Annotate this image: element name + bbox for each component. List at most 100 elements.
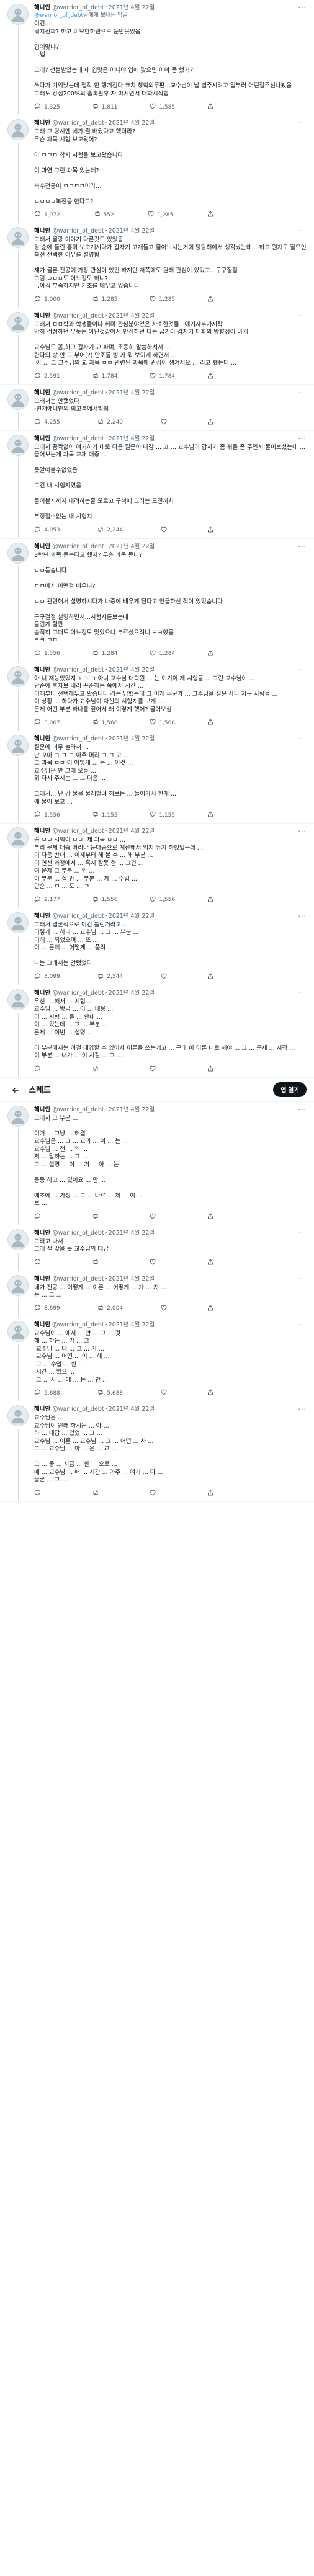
retweet-button[interactable]: 1,784 (92, 372, 117, 381)
author-handle[interactable]: @warrior_of_debt (52, 1321, 104, 1329)
author-name[interactable]: 헤니안 (34, 119, 50, 127)
tweet-date[interactable]: 2021년 4월 22일 (109, 1321, 155, 1329)
like-button[interactable]: 1,285 (147, 210, 173, 220)
reply-button[interactable]: 3,067 (34, 718, 60, 727)
share-button[interactable] (207, 1065, 214, 1074)
tweet-date[interactable]: 2021년 4월 22일 (109, 227, 155, 235)
tweet[interactable]: 헤니안 @warrior_of_debt · 2021년 4월 22일 ··· 아 니 재… (0, 662, 314, 731)
reply-button[interactable]: 8,699 (34, 1304, 60, 1313)
author-name[interactable]: 헤니안 (34, 435, 50, 443)
reply-button[interactable]: 4,255 (34, 418, 60, 427)
retweet-button[interactable]: 2,544 (97, 972, 123, 982)
avatar[interactable] (7, 735, 29, 756)
author-name[interactable]: 헤니안 (34, 912, 50, 920)
tweet-date[interactable]: 2021년 4월 22일 (109, 912, 155, 920)
avatar[interactable] (7, 388, 29, 410)
tweet[interactable]: 헤니안 @warrior_of_debt · 2021년 4월 22일 ··· 교수님은 … (0, 1401, 314, 1502)
author-name[interactable]: 헤니안 (34, 1275, 50, 1283)
reply-button[interactable]: 4,053 (34, 526, 60, 535)
back-arrow-icon[interactable] (11, 1085, 20, 1094)
retweet-button[interactable]: 2,004 (97, 1304, 123, 1313)
author-handle[interactable]: @warrior_of_debt (52, 4, 104, 12)
share-button[interactable] (207, 1258, 214, 1268)
tweet[interactable]: 헤니안 @warrior_of_debt · 2021년 4월 22일 ··· 그러고 나… (0, 1225, 314, 1271)
avatar[interactable] (7, 119, 29, 140)
more-icon[interactable]: ··· (295, 735, 307, 743)
more-icon[interactable]: ··· (295, 827, 307, 835)
share-button[interactable] (207, 1489, 214, 1498)
reply-button[interactable]: 2,177 (34, 895, 60, 905)
more-icon[interactable]: ··· (295, 989, 307, 997)
like-button[interactable]: 1,155 (149, 811, 175, 820)
author-name[interactable]: 헤니안 (34, 666, 50, 674)
share-button[interactable] (207, 895, 214, 905)
like-button[interactable]: 1,585 (149, 102, 175, 112)
share-button[interactable] (207, 1304, 214, 1313)
tweet-date[interactable]: 2021년 4월 22일 (109, 827, 155, 835)
avatar[interactable] (7, 988, 29, 1010)
author-handle[interactable]: @warrior_of_debt (52, 666, 104, 674)
retweet-button[interactable] (92, 1065, 102, 1074)
share-button[interactable] (207, 1388, 214, 1398)
avatar[interactable] (7, 1228, 29, 1250)
more-icon[interactable]: ··· (295, 1405, 307, 1413)
reply-button[interactable] (34, 1258, 44, 1268)
retweet-button[interactable]: 2,240 (97, 418, 123, 427)
reply-button[interactable]: 2,591 (34, 372, 60, 381)
author-handle[interactable]: @warrior_of_debt (52, 827, 104, 835)
author-name[interactable]: 헤니안 (34, 1321, 50, 1329)
more-icon[interactable]: ··· (295, 119, 307, 127)
retweet-button[interactable]: 1,155 (92, 811, 117, 820)
author-handle[interactable]: @warrior_of_debt (52, 389, 104, 397)
like-button[interactable] (149, 1212, 159, 1222)
reply-button[interactable]: 1,000 (34, 295, 60, 304)
author-name[interactable]: 헤니안 (34, 543, 50, 551)
author-name[interactable]: 헤니안 (34, 989, 50, 997)
tweet-date[interactable]: 2021년 4월 22일 (109, 119, 155, 127)
reply-button[interactable]: 5,688 (34, 1388, 60, 1398)
tweet[interactable]: 헤니안 @warrior_of_debt · 2021년 4월 22일 ··· 교수님이 … (0, 1317, 314, 1401)
retweet-button[interactable] (92, 1258, 102, 1268)
author-handle[interactable]: @warrior_of_debt (52, 1106, 104, 1114)
like-button[interactable] (160, 418, 170, 427)
share-button[interactable] (207, 972, 214, 982)
tweet[interactable]: 헤니안 @warrior_of_debt · 2021년 4월 22일 ··· 그래서 꼼… (0, 431, 314, 539)
tweet[interactable]: 헤니안 @warrior_of_debt · 2021년 4월 22일 ··· 그래서 ㅁ… (0, 308, 314, 385)
reply-button[interactable]: 1,972 (34, 210, 60, 220)
like-button[interactable]: 1,285 (149, 295, 175, 304)
avatar[interactable] (7, 827, 29, 848)
author-name[interactable]: 헤니안 (34, 4, 50, 12)
avatar[interactable] (7, 542, 29, 564)
avatar[interactable] (7, 1105, 29, 1127)
tweet[interactable]: 헤니안 @warrior_of_debt · 2021년 4월 22일 ··· @warr… (0, 0, 314, 115)
share-button[interactable] (207, 372, 214, 381)
more-icon[interactable]: ··· (295, 1321, 307, 1329)
reply-button[interactable]: 1,325 (34, 102, 60, 112)
more-icon[interactable]: ··· (295, 4, 307, 12)
more-icon[interactable]: ··· (295, 1275, 307, 1283)
like-button[interactable] (160, 972, 170, 982)
like-button[interactable] (149, 1489, 159, 1498)
tweet[interactable]: 헤니안 @warrior_of_debt · 2021년 4월 22일 ··· 그래서 결… (0, 908, 314, 985)
retweet-button[interactable] (92, 1212, 102, 1222)
author-handle[interactable]: @warrior_of_debt (52, 119, 104, 127)
author-handle[interactable]: @warrior_of_debt (52, 1229, 104, 1237)
retweet-button[interactable]: 1,811 (92, 102, 117, 112)
author-name[interactable]: 헤니안 (34, 389, 50, 397)
share-button[interactable] (207, 811, 214, 820)
more-icon[interactable]: ··· (295, 912, 307, 920)
like-button[interactable]: 1,568 (149, 718, 175, 727)
avatar[interactable] (7, 1320, 29, 1342)
retweet-button[interactable]: 1,556 (92, 895, 117, 905)
share-button[interactable] (207, 295, 214, 304)
retweet-button[interactable]: 2,244 (97, 526, 123, 535)
like-button[interactable] (149, 1065, 159, 1074)
share-button[interactable] (207, 418, 214, 427)
like-button[interactable] (160, 1304, 170, 1313)
avatar[interactable] (7, 4, 29, 25)
retweet-button[interactable]: 552 (94, 210, 114, 220)
more-icon[interactable]: ··· (295, 1229, 307, 1237)
avatar[interactable] (7, 1274, 29, 1296)
tweet[interactable]: 헤니안 @warrior_of_debt · 2021년 4월 22일 ··· 그래서 그… (0, 1102, 314, 1225)
share-button[interactable] (207, 718, 214, 727)
